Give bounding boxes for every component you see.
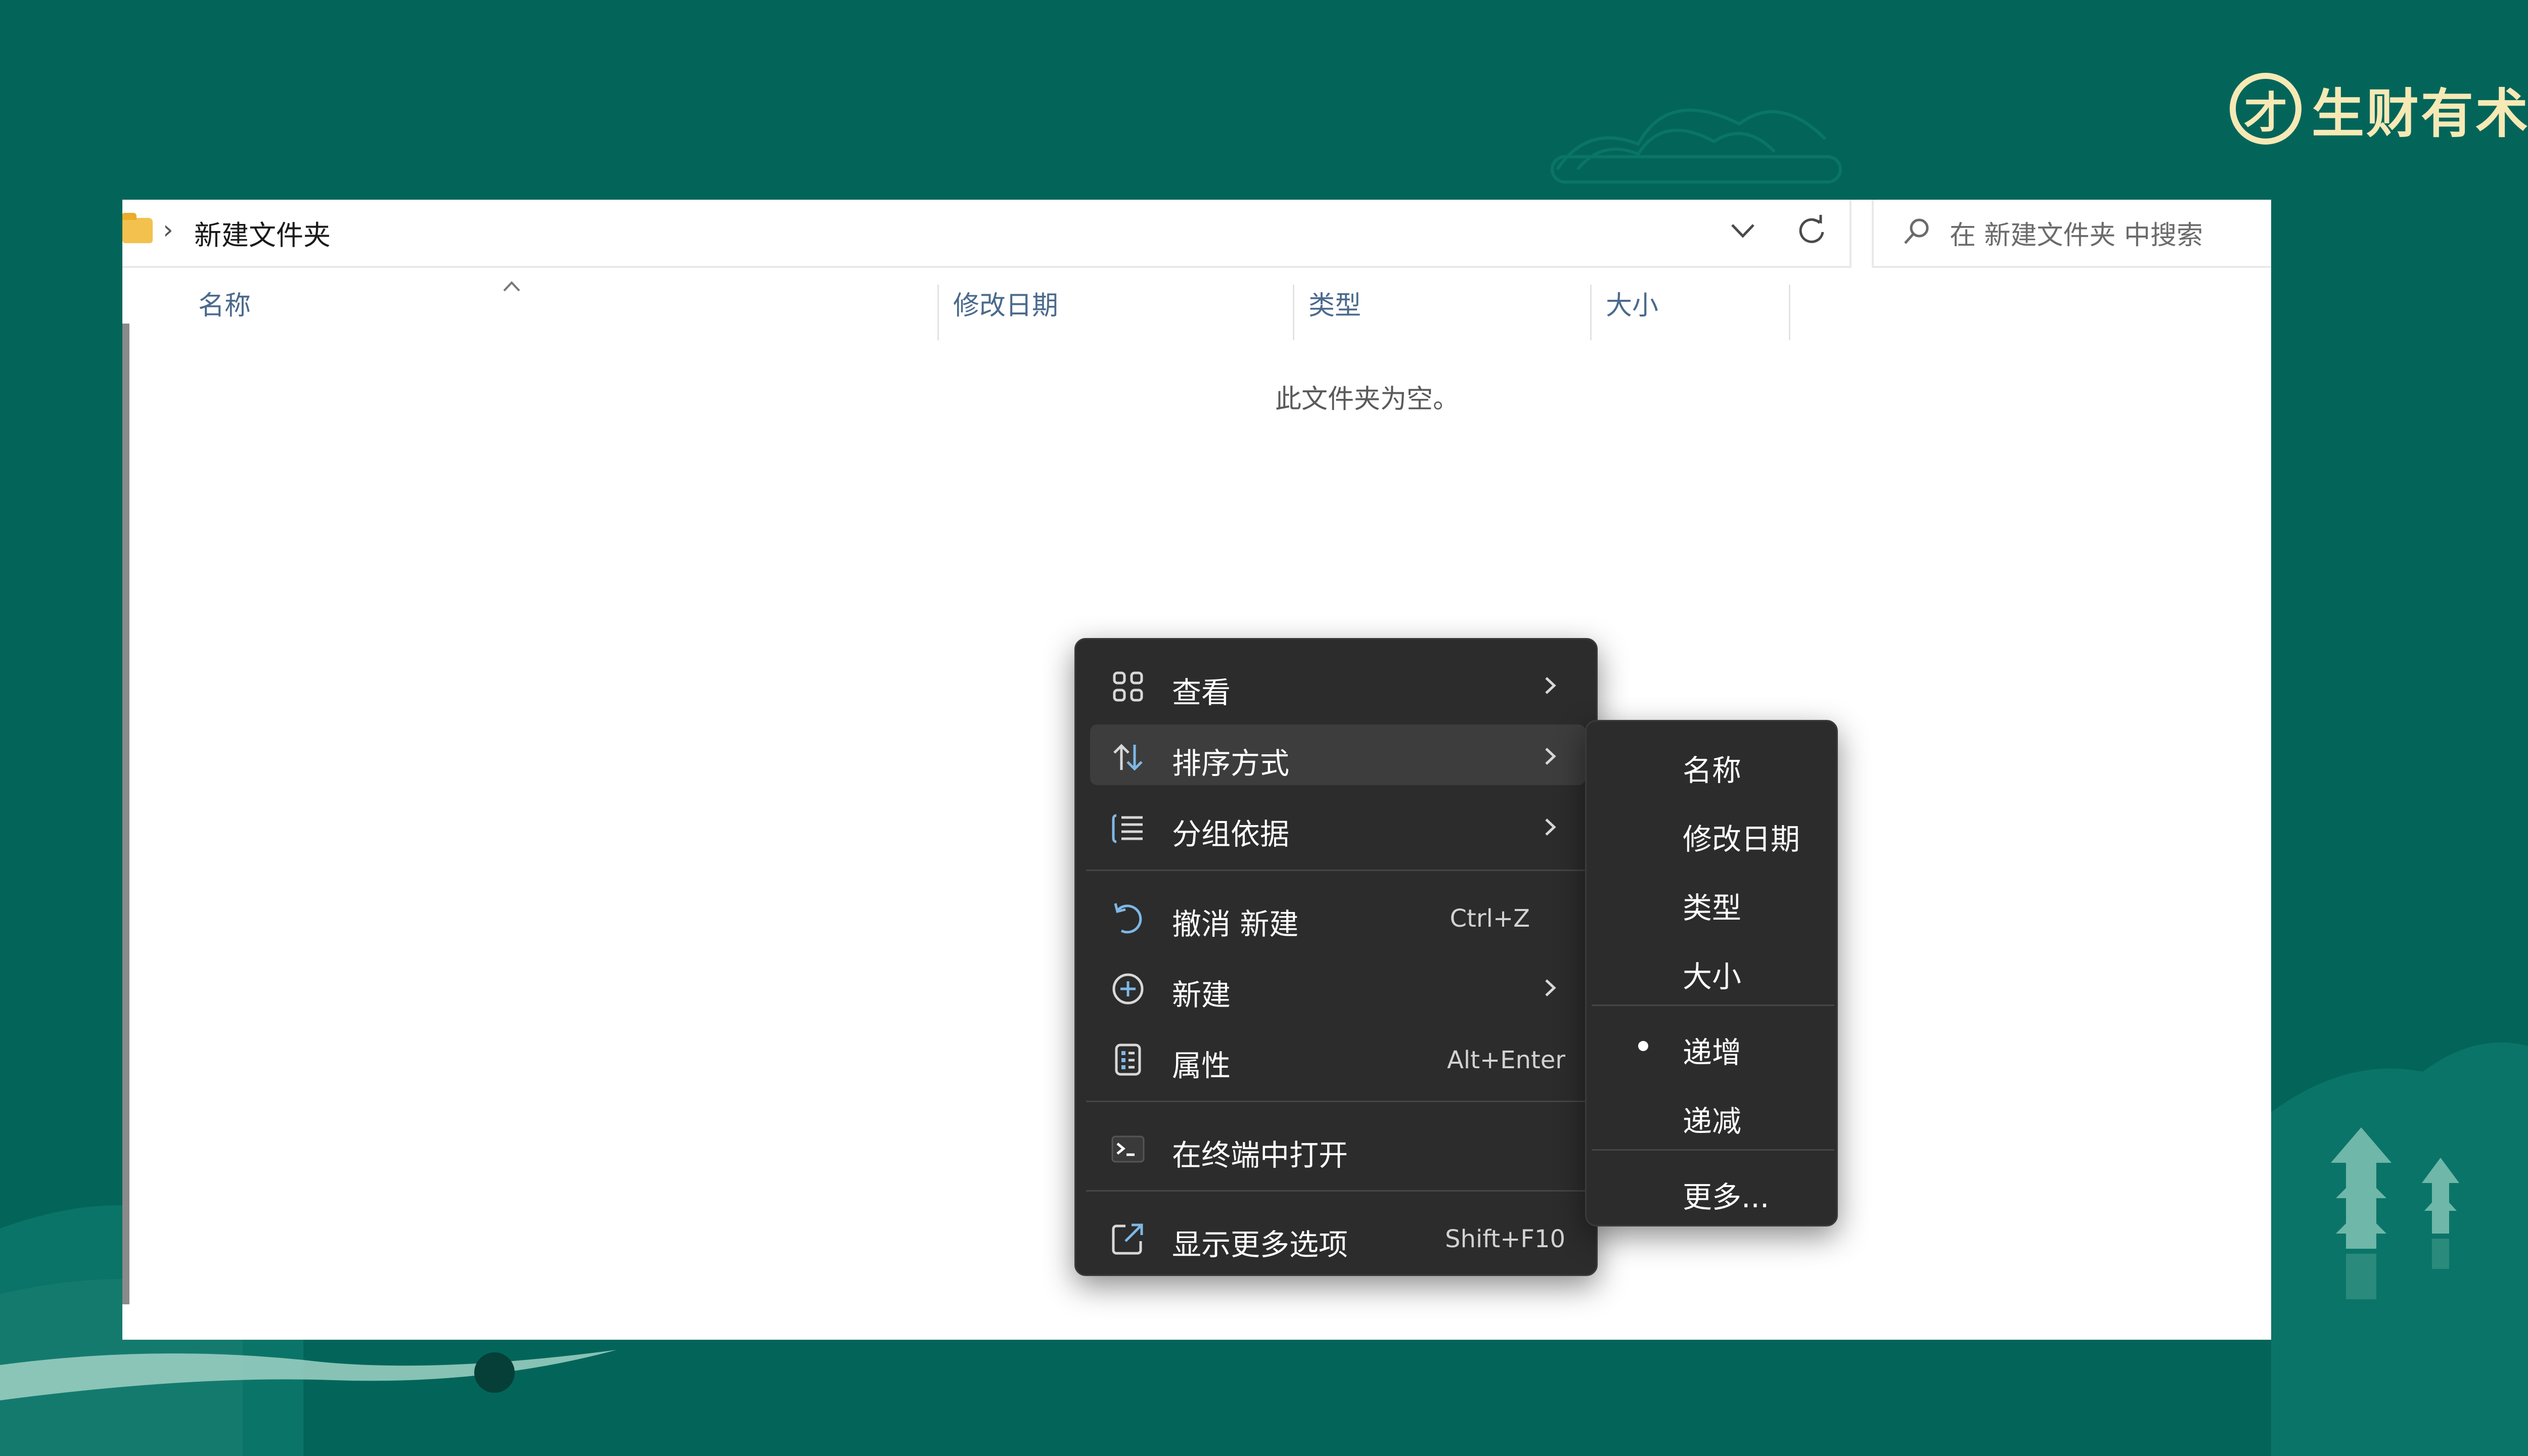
submenu-item-more[interactable]: 更多... bbox=[1597, 1158, 1829, 1219]
context-menu: 查看 排序方式 分组依据 撤消 新建 Ctrl+Z 新建 属性 Alt+Ente… bbox=[1074, 638, 1598, 1276]
refresh-icon[interactable] bbox=[1793, 212, 1832, 250]
menu-item-label: 新建 bbox=[1172, 978, 1231, 1012]
menu-item-new[interactable]: 新建 bbox=[1090, 956, 1586, 1017]
address-bar[interactable]: › 新建文件夹 bbox=[122, 200, 1852, 268]
menu-item-label: 属性 bbox=[1172, 1049, 1231, 1083]
submenu-item-label: 更多... bbox=[1683, 1180, 1770, 1214]
column-separator[interactable] bbox=[1789, 285, 1790, 340]
menu-item-shortcut: Ctrl+Z bbox=[1450, 904, 1530, 933]
menu-divider bbox=[1086, 870, 1587, 871]
submenu-divider bbox=[1592, 1005, 1834, 1006]
menu-item-open-in-terminal[interactable]: 在终端中打开 bbox=[1090, 1116, 1586, 1177]
left-scrollbar[interactable] bbox=[122, 324, 129, 1304]
sort-ascending-caret-icon bbox=[503, 281, 520, 292]
grid-icon bbox=[1113, 671, 1143, 702]
folder-icon bbox=[122, 213, 153, 243]
column-header-name[interactable]: 名称 bbox=[184, 283, 937, 339]
properties-icon bbox=[1115, 1043, 1141, 1076]
menu-item-label: 排序方式 bbox=[1172, 746, 1290, 781]
submenu-item-label: 修改日期 bbox=[1683, 822, 1800, 856]
menu-item-sort-by[interactable]: 排序方式 bbox=[1090, 724, 1586, 785]
group-list-icon bbox=[1112, 814, 1143, 843]
terminal-icon bbox=[1111, 1135, 1145, 1163]
menu-divider bbox=[1086, 1190, 1587, 1192]
column-header-modified-date[interactable]: 修改日期 bbox=[939, 283, 1293, 339]
submenu-item-label: 类型 bbox=[1683, 891, 1742, 925]
submenu-item-modified-date[interactable]: 修改日期 bbox=[1597, 800, 1829, 861]
submenu-item-label: 递减 bbox=[1683, 1104, 1742, 1139]
chevron-right-icon bbox=[1545, 979, 1556, 996]
search-icon bbox=[1904, 218, 1929, 244]
sort-icon bbox=[1113, 744, 1143, 771]
menu-item-label: 显示更多选项 bbox=[1172, 1227, 1348, 1262]
chevron-right-icon bbox=[1545, 748, 1556, 765]
external-link-icon bbox=[1112, 1223, 1143, 1255]
submenu-item-ascending[interactable]: 递增 bbox=[1597, 1014, 1829, 1074]
menu-item-label: 在终端中打开 bbox=[1172, 1138, 1348, 1172]
menu-item-label: 分组依据 bbox=[1172, 817, 1290, 851]
chevron-right-icon bbox=[1545, 677, 1556, 694]
menu-item-show-more-options[interactable]: 显示更多选项 Shift+F10 bbox=[1090, 1206, 1586, 1266]
empty-folder-message: 此文件夹为空。 bbox=[1275, 384, 1460, 415]
undo-icon bbox=[1114, 903, 1142, 934]
breadcrumb-separator-icon: › bbox=[163, 215, 173, 245]
breadcrumb-current-folder[interactable]: 新建文件夹 bbox=[194, 213, 331, 253]
column-header-size[interactable]: 大小 bbox=[1592, 283, 1789, 339]
submenu-divider bbox=[1592, 1149, 1834, 1151]
search-placeholder: 在 新建文件夹 中搜索 bbox=[1950, 220, 2203, 251]
menu-item-shortcut: Shift+F10 bbox=[1444, 1225, 1565, 1253]
search-box[interactable]: 在 新建文件夹 中搜索 bbox=[1872, 200, 2271, 268]
submenu-item-label: 递增 bbox=[1683, 1035, 1742, 1070]
brand-mark-icon: 才 bbox=[2230, 73, 2301, 145]
chevron-right-icon bbox=[1545, 818, 1556, 836]
menu-item-label: 查看 bbox=[1172, 675, 1231, 710]
column-header-type[interactable]: 类型 bbox=[1294, 283, 1590, 339]
submenu-item-label: 名称 bbox=[1683, 753, 1742, 788]
brand-logo: 才 生财有术 bbox=[2230, 71, 2528, 147]
submenu-item-size[interactable]: 大小 bbox=[1597, 938, 1829, 998]
submenu-item-name[interactable]: 名称 bbox=[1597, 732, 1829, 792]
menu-item-label: 撤消 新建 bbox=[1172, 907, 1299, 941]
menu-divider bbox=[1086, 1101, 1587, 1102]
menu-item-undo-new[interactable]: 撤消 新建 Ctrl+Z bbox=[1090, 885, 1586, 946]
menu-item-shortcut: Alt+Enter bbox=[1447, 1046, 1565, 1074]
submenu-item-type[interactable]: 类型 bbox=[1597, 869, 1829, 930]
menu-item-view[interactable]: 查看 bbox=[1090, 654, 1586, 714]
selected-bullet-icon bbox=[1638, 1041, 1648, 1051]
menu-item-group-by[interactable]: 分组依据 bbox=[1090, 795, 1586, 856]
chevron-down-icon[interactable] bbox=[1725, 213, 1760, 248]
submenu-item-label: 大小 bbox=[1683, 960, 1742, 994]
menu-item-properties[interactable]: 属性 Alt+Enter bbox=[1090, 1027, 1586, 1087]
plus-circle-icon bbox=[1112, 973, 1144, 1005]
sort-by-submenu: 名称 修改日期 类型 大小 递增 递减 更多... bbox=[1585, 720, 1838, 1226]
brand-name: 生财有术 bbox=[2312, 82, 2528, 145]
submenu-item-descending[interactable]: 递减 bbox=[1597, 1082, 1829, 1143]
